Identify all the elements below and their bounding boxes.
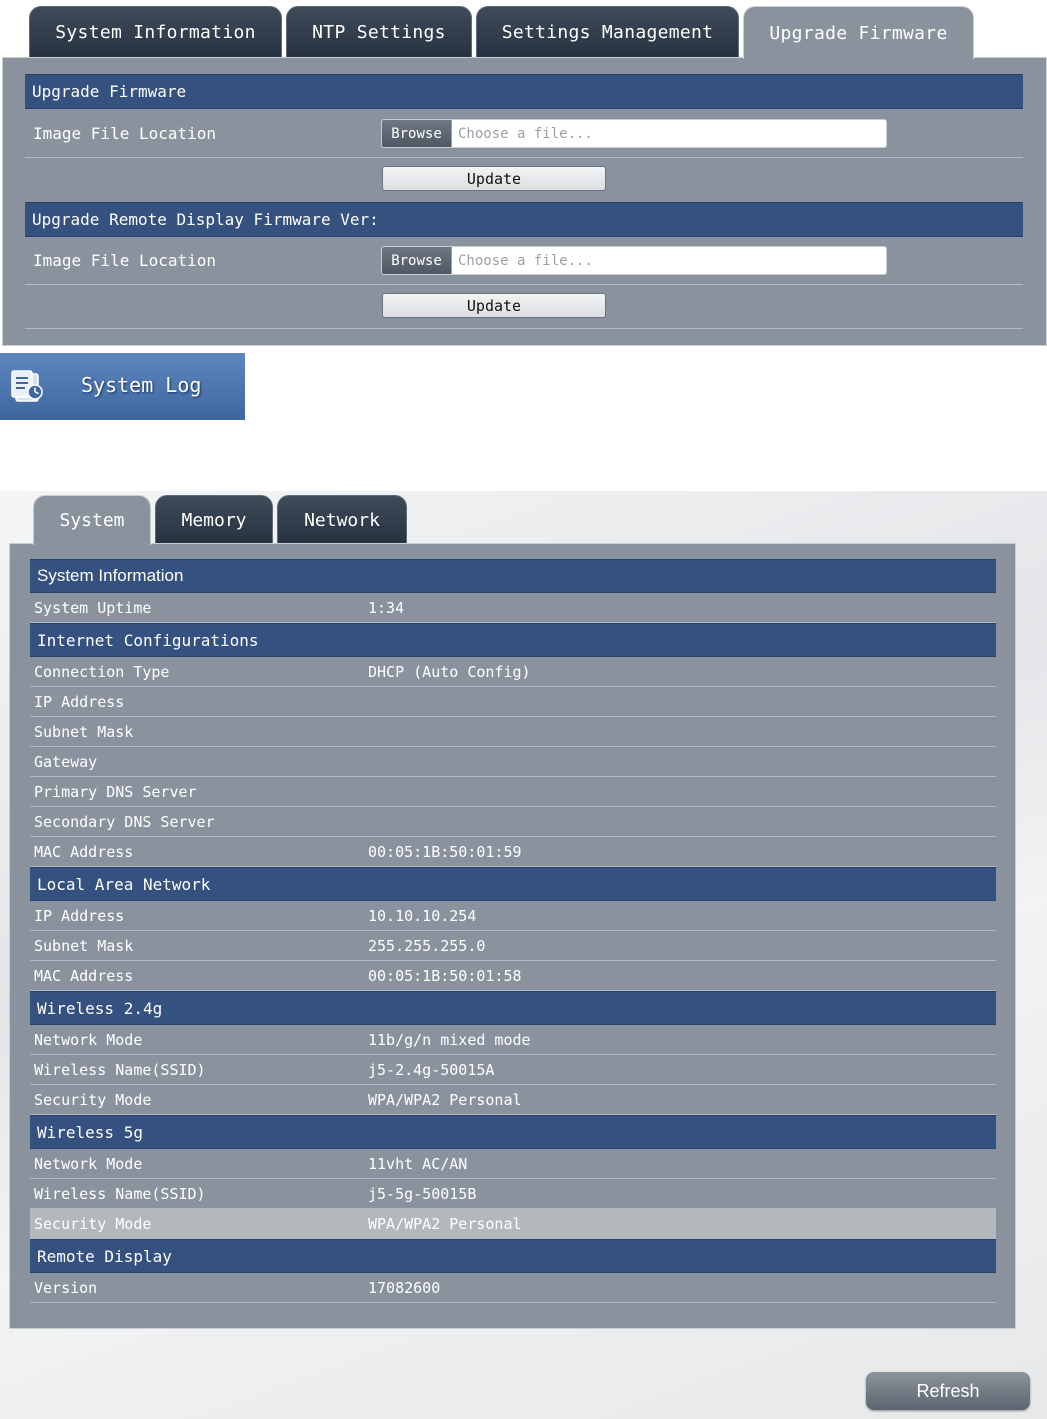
- firmware-panel: Upgrade Firmware Image File Location Bro…: [2, 57, 1047, 346]
- row-value: j5-5g-50015B: [368, 1184, 477, 1203]
- table-row: Wireless Name(SSID) j5-2.4g-50015A: [30, 1055, 996, 1085]
- table-row: Network Mode 11b/g/n mixed mode: [30, 1025, 996, 1055]
- table-row: Subnet Mask: [30, 717, 996, 747]
- row-label: Subnet Mask: [34, 936, 134, 955]
- row-label: Network Mode: [34, 1030, 143, 1049]
- system-information-header: System Information: [30, 559, 996, 593]
- remote-file-placeholder: Choose a file...: [458, 252, 593, 269]
- table-row: IP Address: [30, 687, 996, 717]
- row-label: IP Address: [34, 906, 125, 925]
- row-value: WPA/WPA2 Personal: [368, 1090, 522, 1109]
- update-remote-firmware-button[interactable]: Update: [382, 293, 606, 318]
- upgrade-firmware-header: Upgrade Firmware: [25, 74, 1023, 109]
- row-value: 00:05:1B:50:01:58: [368, 966, 522, 985]
- row-label: Wireless Name(SSID): [34, 1060, 206, 1079]
- system-log-label: System Log: [81, 373, 202, 397]
- row-label: Secondary DNS Server: [34, 812, 215, 831]
- row-value: 255.255.255.0: [368, 936, 486, 955]
- wireless-24g-header: Wireless 2.4g: [30, 991, 996, 1025]
- firmware-file-input[interactable]: Browse Choose a file...: [381, 119, 887, 148]
- row-value: j5-2.4g-50015A: [368, 1060, 495, 1079]
- status-panel: System Information System Uptime 1:34 In…: [9, 543, 1016, 1329]
- status-section: System Memory Network System Information…: [0, 491, 1047, 1419]
- table-row: Network Mode 11vht AC/AN: [30, 1149, 996, 1179]
- table-row-hovered: Security Mode WPA/WPA2 Personal: [30, 1209, 996, 1239]
- row-label: Network Mode: [34, 1154, 143, 1173]
- table-row: Wireless Name(SSID) j5-5g-50015B: [30, 1179, 996, 1209]
- divider: [25, 284, 1023, 285]
- remote-browse-button[interactable]: Browse: [382, 247, 452, 274]
- table-row: MAC Address 00:05:1B:50:01:58: [30, 961, 996, 991]
- table-row: Primary DNS Server: [30, 777, 996, 807]
- system-log-banner[interactable]: System Log: [0, 353, 245, 420]
- row-value: 11vht AC/AN: [368, 1154, 468, 1173]
- row-value: 10.10.10.254: [368, 906, 477, 925]
- row-label: Security Mode: [34, 1090, 152, 1109]
- row-label: Version: [34, 1278, 98, 1297]
- tab-ntp-settings[interactable]: NTP Settings: [286, 6, 472, 58]
- tab-system[interactable]: System: [33, 495, 151, 545]
- tab-settings-management[interactable]: Settings Management: [476, 6, 739, 58]
- status-table: System Information System Uptime 1:34 In…: [30, 559, 996, 1303]
- remote-image-file-location-label: Image File Location: [33, 251, 217, 270]
- row-label: Primary DNS Server: [34, 782, 197, 801]
- browse-button[interactable]: Browse: [382, 120, 452, 147]
- table-row: Secondary DNS Server: [30, 807, 996, 837]
- tab-upgrade-firmware[interactable]: Upgrade Firmware: [743, 6, 974, 59]
- local-area-network-header: Local Area Network: [30, 867, 996, 901]
- log-file-icon: [10, 370, 46, 404]
- table-row: Security Mode WPA/WPA2 Personal: [30, 1085, 996, 1115]
- row-label: Wireless Name(SSID): [34, 1184, 206, 1203]
- row-label: Connection Type: [34, 662, 170, 681]
- table-row: Connection Type DHCP (Auto Config): [30, 657, 996, 687]
- firmware-section: System Information NTP Settings Settings…: [0, 0, 1047, 352]
- table-row: System Uptime 1:34: [30, 593, 996, 623]
- table-row: IP Address 10.10.10.254: [30, 901, 996, 931]
- row-value: 11b/g/n mixed mode: [368, 1030, 531, 1049]
- refresh-button[interactable]: Refresh: [866, 1372, 1030, 1410]
- row-label: Subnet Mask: [34, 722, 134, 741]
- row-value: WPA/WPA2 Personal: [368, 1214, 522, 1233]
- tab-system-information[interactable]: System Information: [29, 6, 282, 58]
- row-label: IP Address: [34, 692, 125, 711]
- internet-configurations-header: Internet Configurations: [30, 623, 996, 657]
- row-label: Security Mode: [34, 1214, 152, 1233]
- remote-firmware-file-input[interactable]: Browse Choose a file...: [381, 246, 887, 275]
- file-placeholder: Choose a file...: [458, 125, 593, 142]
- upgrade-remote-display-header: Upgrade Remote Display Firmware Ver:: [25, 202, 1023, 237]
- row-label: Gateway: [34, 752, 98, 771]
- row-value: DHCP (Auto Config): [368, 662, 531, 681]
- row-value: 00:05:1B:50:01:59: [368, 842, 522, 861]
- table-row: Subnet Mask 255.255.255.0: [30, 931, 996, 961]
- remote-display-header: Remote Display: [30, 1239, 996, 1273]
- update-firmware-button[interactable]: Update: [382, 166, 606, 191]
- row-label: MAC Address: [34, 842, 134, 861]
- table-row: MAC Address 00:05:1B:50:01:59: [30, 837, 996, 867]
- table-row: Version 17082600: [30, 1273, 996, 1303]
- row-value: 17082600: [368, 1278, 441, 1297]
- divider: [25, 157, 1023, 158]
- row-value: 1:34: [368, 598, 405, 617]
- row-label: MAC Address: [34, 966, 134, 985]
- tab-network[interactable]: Network: [277, 495, 407, 544]
- tab-memory[interactable]: Memory: [155, 495, 273, 544]
- divider: [25, 328, 1023, 329]
- image-file-location-label: Image File Location: [33, 124, 217, 143]
- row-label: System Uptime: [34, 598, 152, 617]
- wireless-5g-header: Wireless 5g: [30, 1115, 996, 1149]
- table-row: Gateway: [30, 747, 996, 777]
